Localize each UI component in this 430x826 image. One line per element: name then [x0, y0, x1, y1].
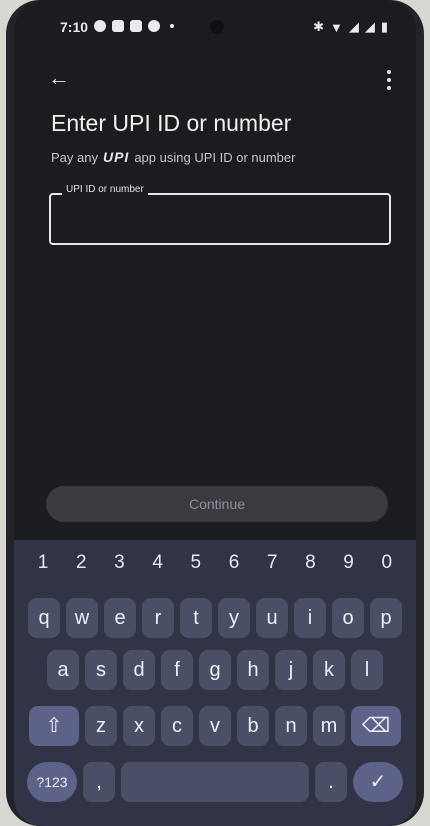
- upi-id-field[interactable]: [49, 193, 391, 245]
- key-l[interactable]: l: [351, 650, 383, 690]
- continue-button[interactable]: Continue: [46, 486, 388, 522]
- more-notifications-icon: [170, 24, 174, 28]
- upi-id-input[interactable]: [51, 195, 389, 243]
- key-9[interactable]: 9: [334, 552, 364, 582]
- period-key[interactable]: .: [315, 762, 347, 802]
- status-time: 7:10: [60, 19, 89, 35]
- signal-2-icon: ◢: [364, 19, 375, 34]
- key-y[interactable]: y: [218, 598, 250, 638]
- subtitle-suffix: app using UPI ID or number: [134, 149, 296, 165]
- key-k[interactable]: k: [313, 650, 345, 690]
- key-o[interactable]: o: [332, 598, 364, 638]
- key-w[interactable]: w: [66, 598, 98, 638]
- signal-icon: ◢: [348, 19, 359, 34]
- key-g[interactable]: g: [199, 650, 231, 690]
- key-7[interactable]: 7: [257, 552, 287, 582]
- done-check-icon[interactable]: ✓: [353, 762, 403, 802]
- key-8[interactable]: 8: [295, 552, 325, 582]
- key-2[interactable]: 2: [66, 552, 96, 582]
- page-title: Enter UPI ID or number: [51, 110, 292, 136]
- keyboard-row-4: ?123 , . ✓: [14, 762, 416, 802]
- key-f[interactable]: f: [161, 650, 193, 690]
- bluetooth-icon: ✱: [313, 19, 324, 34]
- upi-id-field-label: UPI ID or number: [62, 184, 148, 195]
- key-v[interactable]: v: [199, 706, 231, 746]
- key-d[interactable]: d: [123, 650, 155, 690]
- phone-screen: 7:10 ✱ ▼ ◢ ◢ ▮ ← Enter UPI ID or number …: [14, 0, 416, 826]
- youtube-icon: [130, 20, 142, 32]
- key-h[interactable]: h: [237, 650, 269, 690]
- notification-icon: [94, 20, 106, 32]
- app-notification-icon: [148, 20, 160, 32]
- back-arrow-icon[interactable]: ←: [48, 66, 72, 90]
- shift-icon[interactable]: ⇧: [29, 706, 79, 746]
- system-icons: ✱ ▼ ◢ ◢ ▮: [313, 19, 388, 35]
- keyboard-row-2: a s d f g h j k l: [14, 650, 416, 690]
- menu-dot: [387, 70, 391, 74]
- front-camera: [210, 20, 224, 34]
- battery-icon: ▮: [380, 19, 388, 34]
- key-1[interactable]: 1: [28, 552, 58, 582]
- key-i[interactable]: i: [294, 598, 326, 638]
- menu-dot: [387, 78, 391, 82]
- instagram-icon: [112, 20, 124, 32]
- key-n[interactable]: n: [275, 706, 307, 746]
- key-u[interactable]: u: [256, 598, 288, 638]
- number-row: 1 2 3 4 5 6 7 8 9 0: [14, 552, 416, 582]
- comma-key[interactable]: ,: [83, 762, 115, 802]
- key-3[interactable]: 3: [104, 552, 134, 582]
- key-x[interactable]: x: [123, 706, 155, 746]
- key-m[interactable]: m: [313, 706, 345, 746]
- key-0[interactable]: 0: [372, 552, 402, 582]
- key-c[interactable]: c: [161, 706, 193, 746]
- wifi-icon: ▼: [329, 19, 343, 35]
- onscreen-keyboard: 1 2 3 4 5 6 7 8 9 0 q w e r t y u i o p …: [14, 540, 416, 826]
- key-t[interactable]: t: [180, 598, 212, 638]
- key-6[interactable]: 6: [219, 552, 249, 582]
- more-options-icon[interactable]: [382, 68, 396, 92]
- key-s[interactable]: s: [85, 650, 117, 690]
- notification-icons: [94, 20, 174, 32]
- key-5[interactable]: 5: [181, 552, 211, 582]
- key-4[interactable]: 4: [143, 552, 173, 582]
- key-z[interactable]: z: [85, 706, 117, 746]
- upi-logo: UPI: [102, 149, 130, 165]
- key-b[interactable]: b: [237, 706, 269, 746]
- key-j[interactable]: j: [275, 650, 307, 690]
- menu-dot: [387, 86, 391, 90]
- backspace-icon[interactable]: ⌫: [351, 706, 401, 746]
- page-subtitle: Pay any UPI app using UPI ID or number: [51, 149, 295, 165]
- key-q[interactable]: q: [28, 598, 60, 638]
- keyboard-row-1: q w e r t y u i o p: [14, 598, 416, 638]
- key-p[interactable]: p: [370, 598, 402, 638]
- keyboard-row-3: ⇧ z x c v b n m ⌫: [14, 706, 416, 746]
- subtitle-prefix: Pay any: [51, 149, 98, 165]
- space-key[interactable]: [121, 762, 309, 802]
- key-e[interactable]: e: [104, 598, 136, 638]
- key-a[interactable]: a: [47, 650, 79, 690]
- key-r[interactable]: r: [142, 598, 174, 638]
- symbols-key[interactable]: ?123: [27, 762, 77, 802]
